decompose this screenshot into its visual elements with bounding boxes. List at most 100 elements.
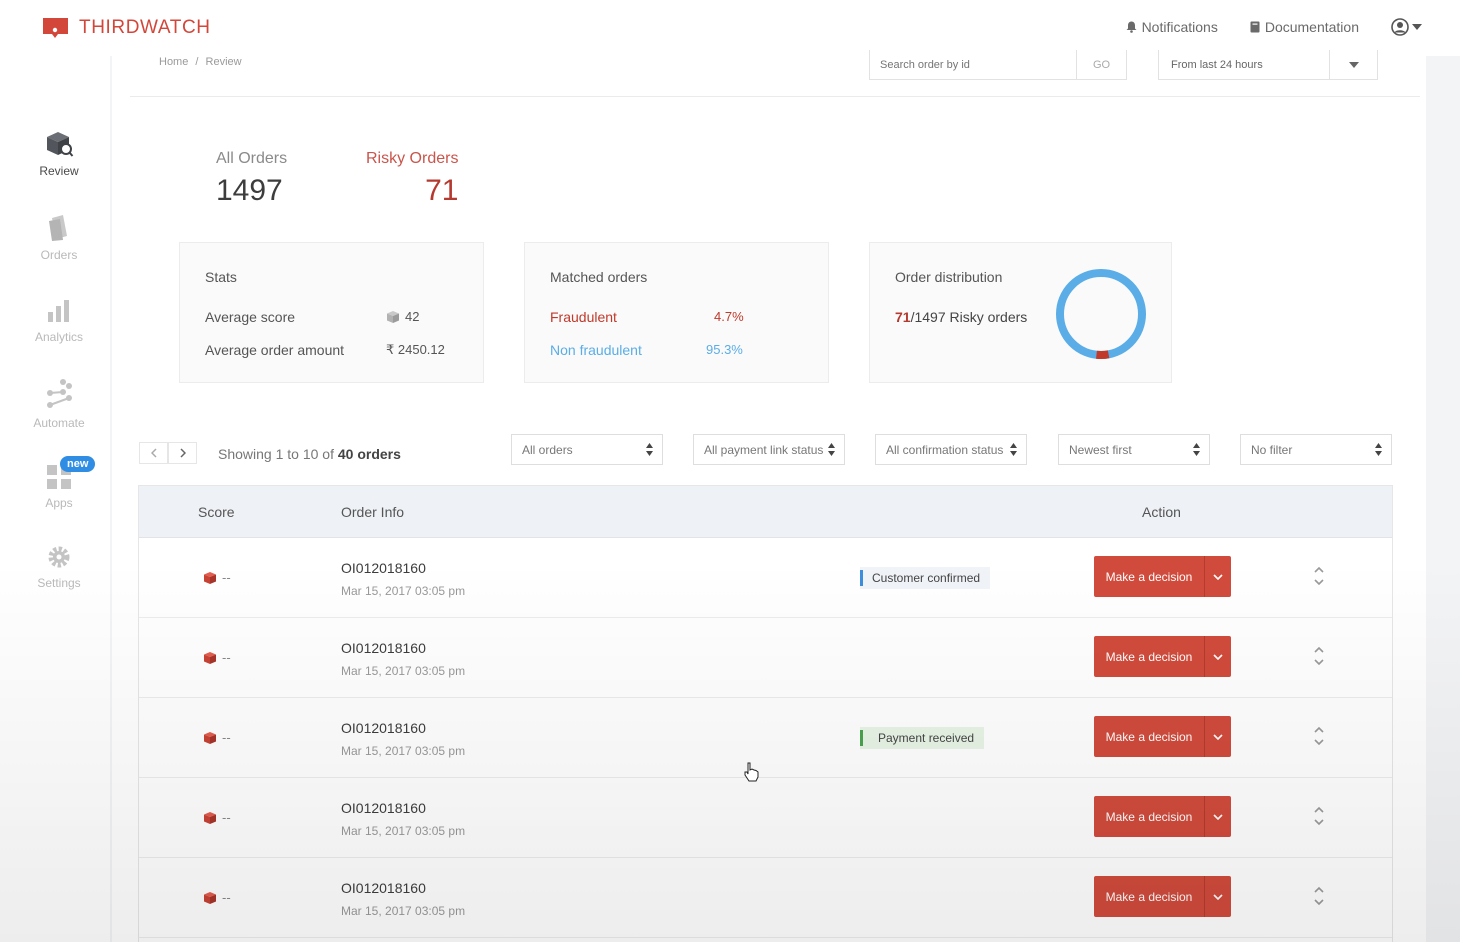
sidebar-item-automate[interactable]: Automate xyxy=(0,378,118,430)
brand-name: THIRDWATCH xyxy=(79,17,211,38)
user-menu[interactable] xyxy=(1391,18,1422,36)
payment-link-filter[interactable]: All payment link status xyxy=(693,434,845,465)
brand[interactable]: THIRDWATCH xyxy=(42,16,211,40)
make-decision-button[interactable]: Make a decision xyxy=(1094,796,1205,837)
sidebar-item-review[interactable]: Review xyxy=(0,130,118,178)
pagination xyxy=(139,442,197,464)
header-divider xyxy=(130,96,1420,97)
sidebar-item-apps[interactable]: new Apps xyxy=(0,456,118,510)
status-badge: Payment received xyxy=(860,727,985,749)
decision-dropdown-button[interactable] xyxy=(1205,716,1231,757)
order-id[interactable]: OI012018160 xyxy=(341,880,426,896)
table-row[interactable]: -- OI012018160 Mar 15, 2017 03:05 pm Cus… xyxy=(139,538,1392,618)
order-id[interactable]: OI012018160 xyxy=(341,720,426,736)
review-icon xyxy=(47,132,74,157)
notifications-link[interactable]: Notifications xyxy=(1126,19,1218,35)
analytics-icon xyxy=(48,300,69,322)
time-range-select[interactable]: From last 24 hours xyxy=(1158,50,1378,80)
go-button[interactable]: GO xyxy=(1076,50,1126,79)
documentation-link[interactable]: Documentation xyxy=(1250,19,1359,35)
avg-score-value: 42 xyxy=(386,309,419,324)
sidebar-item-label: Settings xyxy=(37,576,81,590)
decision-button-group: Make a decision xyxy=(1094,876,1231,917)
all-orders-value: 1497 xyxy=(216,174,283,207)
risky-orders-label: Risky Orders xyxy=(366,150,459,167)
next-page-button[interactable] xyxy=(168,442,197,464)
decision-dropdown-button[interactable] xyxy=(1205,556,1231,597)
table-row[interactable]: -- OI012018160 Mar 15, 2017 03:05 pm Pay… xyxy=(139,698,1392,778)
expand-row-icon[interactable] xyxy=(1313,565,1325,587)
table-row[interactable]: -- OI012018160 Mar 15, 2017 03:05 pm Mak… xyxy=(139,858,1392,938)
order-date: Mar 15, 2017 03:05 pm xyxy=(341,584,466,598)
breadcrumb-separator: / xyxy=(195,56,199,68)
risk-cube-icon xyxy=(204,731,216,744)
sidebar-item-orders[interactable]: Orders xyxy=(0,214,118,262)
sort-arrows-icon xyxy=(646,443,653,456)
risky-orders-counter[interactable]: Risky Orders 71 xyxy=(366,150,458,208)
sort-order-filter[interactable]: Newest first xyxy=(1058,434,1210,465)
confirmation-filter[interactable]: All confirmation status xyxy=(875,434,1027,465)
bell-icon xyxy=(1126,21,1137,33)
order-id[interactable]: OI012018160 xyxy=(341,800,426,816)
order-type-filter[interactable]: All orders xyxy=(511,434,663,465)
decision-dropdown-button[interactable] xyxy=(1205,796,1231,837)
order-date: Mar 15, 2017 03:05 pm xyxy=(341,744,466,758)
showing-total: 40 orders xyxy=(337,446,401,462)
score-value: -- xyxy=(222,730,231,745)
chevron-down-icon xyxy=(1213,893,1223,900)
filter-value: No filter xyxy=(1251,442,1293,457)
make-decision-button[interactable]: Make a decision xyxy=(1094,876,1205,917)
avg-amount-label: Average order amount xyxy=(205,342,345,358)
time-range-value: From last 24 hours xyxy=(1171,58,1263,71)
order-id[interactable]: OI012018160 xyxy=(341,640,426,656)
sidebar-item-label: Analytics xyxy=(34,330,84,344)
make-decision-button[interactable]: Make a decision xyxy=(1094,636,1205,677)
extra-filter[interactable]: No filter xyxy=(1240,434,1392,465)
filter-value: All confirmation status xyxy=(886,442,1004,457)
chevron-down-icon xyxy=(1213,573,1223,580)
order-search: GO xyxy=(869,50,1127,80)
order-id[interactable]: OI012018160 xyxy=(341,560,426,576)
chevron-down-icon xyxy=(1213,813,1223,820)
make-decision-button[interactable]: Make a decision xyxy=(1094,716,1205,757)
expand-row-icon[interactable] xyxy=(1313,805,1325,827)
sort-arrows-icon xyxy=(828,443,835,456)
documentation-label: Documentation xyxy=(1264,19,1359,35)
filter-value: All orders xyxy=(522,442,573,457)
table-row[interactable]: -- OI012018160 Mar 15, 2017 03:05 pm Mak… xyxy=(139,618,1392,698)
prev-page-button[interactable] xyxy=(139,442,168,464)
score-value: -- xyxy=(222,570,231,585)
order-distribution-card: Order distribution 71/1497 Risky orders xyxy=(869,242,1172,383)
score-column-header[interactable]: Score xyxy=(198,504,235,520)
top-bar: THIRDWATCH Notifications Documentation xyxy=(0,0,1460,56)
expand-row-icon[interactable] xyxy=(1313,725,1325,747)
automate-icon xyxy=(47,379,72,408)
stats-card: Stats Average score 42 Average order amo… xyxy=(179,242,484,383)
order-info-column-header: Order Info xyxy=(341,504,405,520)
table-row[interactable]: -- OI012018160 Mar 15, 2017 03:05 pm Mak… xyxy=(139,778,1392,858)
order-date: Mar 15, 2017 03:05 pm xyxy=(341,904,466,918)
main-panel: Home / Review GO From last 24 hours All … xyxy=(112,50,1426,942)
filter-value: All payment link status xyxy=(704,442,824,457)
sidebar-item-settings[interactable]: Settings xyxy=(0,544,118,590)
time-range-dropdown[interactable] xyxy=(1329,50,1377,79)
distribution-donut-chart xyxy=(1056,269,1146,359)
showing-prefix: Showing 1 to 10 of xyxy=(218,446,338,462)
orders-icon xyxy=(49,215,67,241)
expand-row-icon[interactable] xyxy=(1313,885,1325,907)
decision-button-group: Make a decision xyxy=(1094,796,1231,837)
avg-score-number: 42 xyxy=(405,309,420,324)
non-fraudulent-value: 95.3% xyxy=(706,342,743,357)
new-badge: new xyxy=(60,456,96,472)
score-value: -- xyxy=(222,890,231,905)
score-cell: -- xyxy=(203,650,231,665)
decision-dropdown-button[interactable] xyxy=(1205,636,1231,677)
orders-table: Score Order Info Action -- OI012018160 M… xyxy=(138,485,1393,942)
all-orders-counter[interactable]: All Orders 1497 xyxy=(216,150,287,208)
expand-row-icon[interactable] xyxy=(1313,645,1325,667)
search-input[interactable] xyxy=(870,50,1076,79)
sidebar-item-analytics[interactable]: Analytics xyxy=(0,298,118,344)
make-decision-button[interactable]: Make a decision xyxy=(1094,556,1205,597)
breadcrumb-home[interactable]: Home xyxy=(159,56,188,68)
decision-dropdown-button[interactable] xyxy=(1205,876,1231,917)
